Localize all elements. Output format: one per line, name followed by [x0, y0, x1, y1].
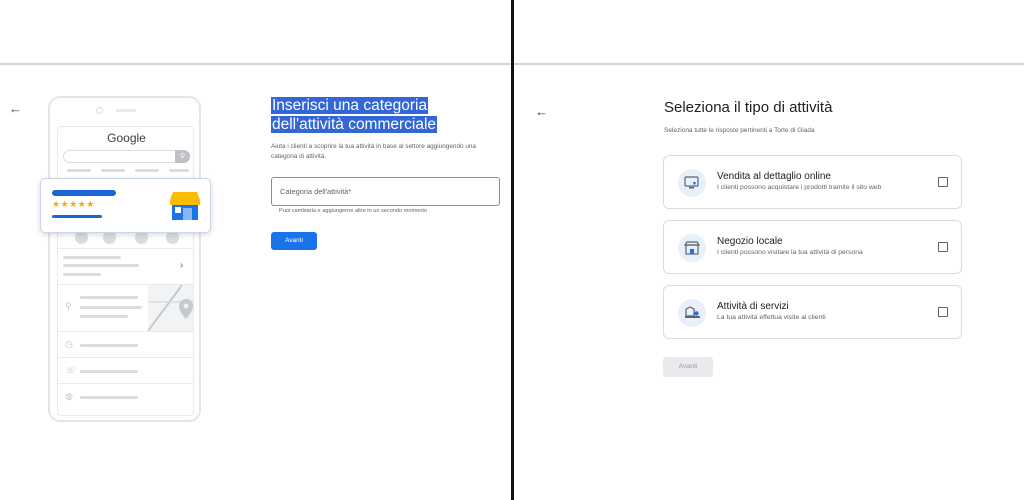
map-thumbnail — [148, 285, 193, 331]
option-local-store[interactable]: Negozio locale I clienti possono visitar… — [663, 220, 962, 274]
divider — [58, 383, 193, 384]
tab-placeholder — [135, 169, 159, 172]
listing-detail-bar — [52, 215, 102, 218]
text-placeholder — [63, 273, 101, 276]
clock-icon: ◷ — [65, 339, 73, 349]
location-pin-icon: ⚲ — [65, 301, 72, 311]
divider — [58, 248, 193, 249]
google-logo: Google — [107, 131, 146, 145]
listing-name-bar — [52, 190, 116, 196]
option-description: I clienti possono acquistare i prodotti … — [717, 184, 882, 191]
text-placeholder — [80, 370, 138, 373]
text-placeholder — [80, 306, 142, 309]
phone-icon: ☏ — [65, 365, 77, 375]
panel-top-divider — [0, 63, 511, 65]
page-title: Inserisci una categoria dell'attività co… — [271, 96, 496, 134]
rating-stars: ★★★★★ — [52, 199, 95, 209]
divider — [58, 357, 193, 358]
option-service-business[interactable]: Attività di servizi La tua attività effe… — [663, 285, 962, 339]
storefront-icon — [170, 192, 200, 220]
mini-search-bar: ⚲ — [63, 150, 190, 163]
category-step-panel: ← Google ⚲ › ⚲ ◷ ☏ ◍ ★★★★★ Inserisci una… — [0, 0, 511, 500]
option-description: La tua attività effettua visite ai clien… — [717, 314, 826, 321]
category-input-wrapper — [271, 177, 500, 206]
page-title-text: Inserisci una categoria dell'attività co… — [271, 97, 438, 133]
map-roads — [148, 285, 193, 331]
phone-screen: Google ⚲ › ⚲ ◷ ☏ ◍ — [57, 126, 194, 416]
tab-placeholder — [169, 169, 189, 172]
storefront-icon — [678, 234, 706, 262]
tab-placeholder — [67, 169, 91, 172]
next-button-disabled[interactable]: Avanti — [663, 357, 713, 377]
tab-placeholder — [101, 169, 125, 172]
back-arrow-icon[interactable]: ← — [9, 102, 22, 115]
van-glyph — [684, 306, 700, 318]
text-placeholder — [63, 256, 121, 259]
text-placeholder — [80, 396, 138, 399]
text-placeholder — [80, 315, 128, 318]
page-description: Seleziona tutte le risposte pertinenti a… — [664, 127, 815, 134]
helper-text: Puoi cambiarla e aggiungerne altre in un… — [279, 208, 428, 214]
option-title: Negozio locale — [717, 236, 783, 247]
business-listing-card: ★★★★★ — [40, 178, 211, 233]
option-checkbox[interactable] — [938, 307, 948, 317]
text-placeholder — [80, 296, 138, 299]
page-title: Seleziona il tipo di attività — [664, 99, 833, 116]
business-type-step-panel: ← Seleziona il tipo di attività Selezion… — [514, 0, 1024, 500]
text-placeholder — [80, 344, 138, 347]
option-checkbox[interactable] — [938, 242, 948, 252]
delivery-van-icon — [678, 299, 706, 327]
next-button[interactable]: Avanti — [271, 232, 317, 250]
option-title: Vendita al dettaglio online — [717, 171, 831, 182]
option-title: Attività di servizi — [717, 301, 789, 312]
category-input[interactable] — [272, 178, 499, 205]
globe-icon: ◍ — [65, 391, 73, 401]
phone-speaker — [116, 109, 136, 112]
phone-illustration: Google ⚲ › ⚲ ◷ ☏ ◍ — [48, 96, 201, 422]
panel-top-divider — [514, 63, 1024, 65]
divider — [58, 331, 193, 332]
page-description: Aiuta i clienti a scoprire la tua attivi… — [271, 143, 476, 160]
option-checkbox[interactable] — [938, 177, 948, 187]
store-glyph — [684, 241, 700, 255]
search-icon: ⚲ — [175, 150, 190, 163]
monitor-cart-glyph — [684, 176, 699, 189]
back-arrow-icon[interactable]: ← — [535, 105, 548, 118]
phone-camera — [96, 107, 103, 114]
option-description: I clienti possono visitare la tua attivi… — [717, 249, 863, 256]
online-store-icon — [678, 169, 706, 197]
text-placeholder — [63, 264, 139, 267]
option-online-retail[interactable]: Vendita al dettaglio online I clienti po… — [663, 155, 962, 209]
chevron-right-icon: › — [180, 260, 184, 271]
